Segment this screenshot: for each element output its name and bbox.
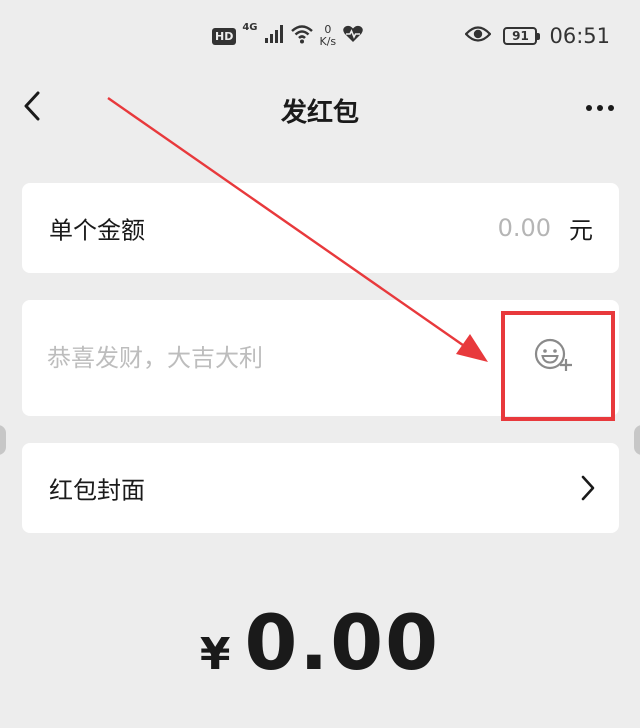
page-title: 发红包 — [280, 98, 359, 128]
annotation-highlight-box — [501, 311, 615, 421]
right-edge-handle — [634, 425, 640, 455]
left-edge-handle — [0, 425, 6, 455]
chevron-right-icon — [577, 473, 599, 503]
signal-bars-icon — [264, 24, 284, 48]
hd-badge: HD — [212, 27, 237, 45]
status-bar: HD 4G 0 K/s 91 06:51 — [0, 0, 640, 80]
network-type-label: 4G — [242, 22, 258, 33]
net-speed: 0 K/s — [320, 24, 337, 48]
net-speed-unit: K/s — [319, 35, 337, 48]
amount-unit: 元 — [569, 216, 593, 245]
amount-label: 单个金额 — [49, 216, 145, 245]
amount-row[interactable]: 单个金额 0.00 元 — [22, 183, 619, 273]
total-value: 0.00 — [244, 598, 441, 687]
status-right-group: 91 06:51 — [464, 24, 610, 48]
nav-bar: 发红包 — [0, 78, 640, 138]
eye-icon — [464, 25, 492, 47]
currency-symbol: ¥ — [199, 629, 231, 680]
battery-level: 91 — [512, 29, 529, 43]
battery-icon: 91 — [503, 27, 541, 45]
cover-label: 红包封面 — [49, 476, 145, 505]
status-left-group: HD 4G 0 K/s — [212, 22, 364, 48]
wifi-icon — [290, 24, 314, 48]
more-button[interactable] — [580, 96, 620, 120]
total-amount: ¥ 0.00 — [0, 598, 640, 687]
heart-pulse-icon — [342, 24, 364, 48]
cover-row[interactable]: 红包封面 — [22, 443, 619, 533]
status-time: 06:51 — [549, 24, 610, 48]
greeting-input[interactable] — [47, 336, 487, 380]
amount-input[interactable]: 0.00 — [498, 214, 551, 242]
more-dots-icon — [586, 105, 614, 111]
